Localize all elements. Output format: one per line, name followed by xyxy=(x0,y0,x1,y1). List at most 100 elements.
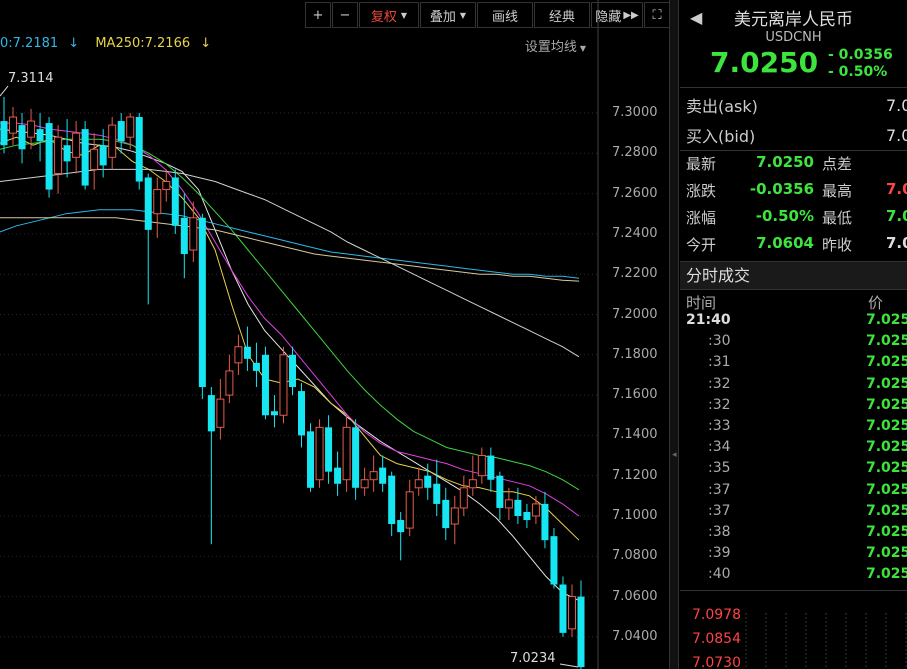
restore-rights-button[interactable]: 复权 ▼ xyxy=(359,2,419,28)
zoom-out-button[interactable]: − xyxy=(332,2,358,28)
price-axis-tick: 7.2000 xyxy=(612,306,658,322)
stat-value: 7.0250 xyxy=(756,153,814,171)
candle-up xyxy=(360,479,369,489)
candle-up xyxy=(450,507,459,525)
time-sales-list[interactable]: 21:40 7.025:30 7.025:31 7.025:32 7.025:32 7.0… xyxy=(680,312,907,587)
tick-row: :31 7.025 xyxy=(680,354,907,375)
ma-yellow-line xyxy=(0,136,580,541)
tick-row: :38 7.025 xyxy=(680,524,907,545)
candle-down xyxy=(550,536,558,585)
tick-time: :32 xyxy=(708,375,731,392)
splitter-grip-icon: ◂ xyxy=(672,450,677,460)
panel-splitter[interactable]: ◂ xyxy=(669,0,679,669)
price-axis-tick: 7.1400 xyxy=(612,427,658,443)
ma250-value: MA250:7.2166 ↓ xyxy=(95,36,212,51)
overlay-button[interactable]: 叠加 ▼ xyxy=(420,2,476,28)
ma-cyan-line xyxy=(0,209,580,279)
tick-row: 21:40 7.025 xyxy=(680,312,907,333)
tick-price: 7.025 xyxy=(866,481,907,498)
candle-up xyxy=(189,217,198,251)
candle-up xyxy=(504,499,513,509)
ask-label: 卖出(ask) xyxy=(686,97,758,116)
candle-down xyxy=(577,596,585,668)
tick-row: :35 7.025 xyxy=(680,460,907,481)
candle-up xyxy=(153,189,162,215)
tick-row: :32 7.025 xyxy=(680,397,907,418)
stat-row: 今开 7.0604 昨收 7.0 xyxy=(680,234,907,261)
candle-down xyxy=(180,217,188,255)
price-change-pct: - 0.50% xyxy=(828,64,888,80)
tick-time: :39 xyxy=(708,545,731,562)
tick-price: 7.025 xyxy=(866,396,907,413)
candle-up xyxy=(414,479,423,489)
candle-up xyxy=(468,479,477,489)
tick-price: 7.025 xyxy=(866,354,907,371)
ma-settings-button[interactable]: 设置均线 ▼ xyxy=(525,36,586,55)
candle-up xyxy=(225,370,234,396)
candle-down xyxy=(198,217,206,388)
tick-row: :40 7.025 xyxy=(680,566,907,587)
candle-down xyxy=(252,362,260,371)
candle-down xyxy=(541,503,549,541)
ma-partial-value: 0:7.2181 ↓ xyxy=(0,36,80,51)
draw-line-button[interactable]: 画线 xyxy=(477,2,533,28)
candle-down xyxy=(433,483,441,504)
candle-down xyxy=(171,177,179,226)
time-sales-header: 时间 价 xyxy=(680,290,907,312)
price-axis-tick: 7.2800 xyxy=(612,145,658,161)
candle-up xyxy=(162,181,171,191)
tick-price: 7.025 xyxy=(866,460,907,477)
candle-up xyxy=(315,426,324,481)
candle-up xyxy=(279,354,288,416)
low-pointer xyxy=(559,663,579,668)
stat-value: -0.50% xyxy=(755,207,814,225)
time-sales-tab[interactable]: 分时成交 xyxy=(680,262,907,290)
tick-row: :33 7.025 xyxy=(680,418,907,439)
price-change: - 0.0356 xyxy=(828,47,893,63)
last-price: 7.0250 xyxy=(710,46,819,79)
depth-price: 7.0854 xyxy=(692,631,741,647)
candle-up xyxy=(477,455,486,477)
classic-button[interactable]: 经典 xyxy=(534,2,590,28)
candle-down xyxy=(379,467,387,484)
stat-row: 涨跌 -0.0356 最高 7.0 xyxy=(680,180,907,207)
chart-area[interactable]: 7.3114 7.0234 + − 复权 ▼ 叠加 ▼ 画线 经典 隐藏 ▶▶ ⛶ 0:… xyxy=(0,0,670,669)
candle-up xyxy=(531,503,540,517)
zoom-in-button[interactable]: + xyxy=(305,2,331,28)
candle-down xyxy=(496,475,504,508)
candle-down xyxy=(298,391,306,436)
candle-up xyxy=(234,346,243,364)
price-axis-tick: 7.1200 xyxy=(612,467,658,483)
tick-price: 7.025 xyxy=(866,333,907,350)
candlestick-chart[interactable]: 7.3114 7.0234 xyxy=(0,0,600,669)
instrument-name: 美元离岸人民币 xyxy=(734,10,853,30)
down-arrow-icon: ↓ xyxy=(68,36,80,51)
stat-label: 今开 xyxy=(686,236,717,254)
stats-block: 最新 7.0250 点差 涨跌 -0.0356 最高 7.0 涨幅 -0.50%… xyxy=(680,151,907,262)
candle-down xyxy=(487,455,495,480)
tick-price: 7.025 xyxy=(866,375,907,392)
candle-up xyxy=(27,120,36,138)
candle-down xyxy=(424,475,432,488)
price-axis: 7.3000 7.2800 7.2600 7.2400 7.2200 7.2000 7.18… xyxy=(598,0,670,669)
stat-label2: 最高 xyxy=(822,182,853,200)
ask-row: 卖出(ask) 7.0 xyxy=(680,90,907,120)
tick-price: 7.025 xyxy=(866,566,907,583)
candle-up xyxy=(54,136,63,174)
stat-label: 最新 xyxy=(686,155,717,173)
stat-row: 最新 7.0250 点差 xyxy=(680,153,907,180)
price-axis-tick: 7.2200 xyxy=(612,266,658,282)
candle-down xyxy=(18,125,26,150)
candle-down xyxy=(207,395,215,432)
tick-price: 7.025 xyxy=(866,312,907,328)
stat-label: 涨跌 xyxy=(686,182,717,200)
dropdown-arrow-icon: ▼ xyxy=(459,10,467,20)
tick-price: 7.025 xyxy=(866,502,907,519)
candle-up xyxy=(72,132,81,158)
quote-header: ◀ 美元离岸人民币 USDCNH 7.0250 - 0.0356 - 0.50% xyxy=(680,0,907,88)
depth-price: 7.0730 xyxy=(692,655,741,669)
tick-row: :37 7.025 xyxy=(680,482,907,503)
quote-panel: ◀ 美元离岸人民币 USDCNH 7.0250 - 0.0356 - 0.50%… xyxy=(680,0,907,669)
stat-row: 涨幅 -0.50% 最低 7.0 xyxy=(680,207,907,234)
dropdown-arrow-icon: ▼ xyxy=(579,44,586,53)
